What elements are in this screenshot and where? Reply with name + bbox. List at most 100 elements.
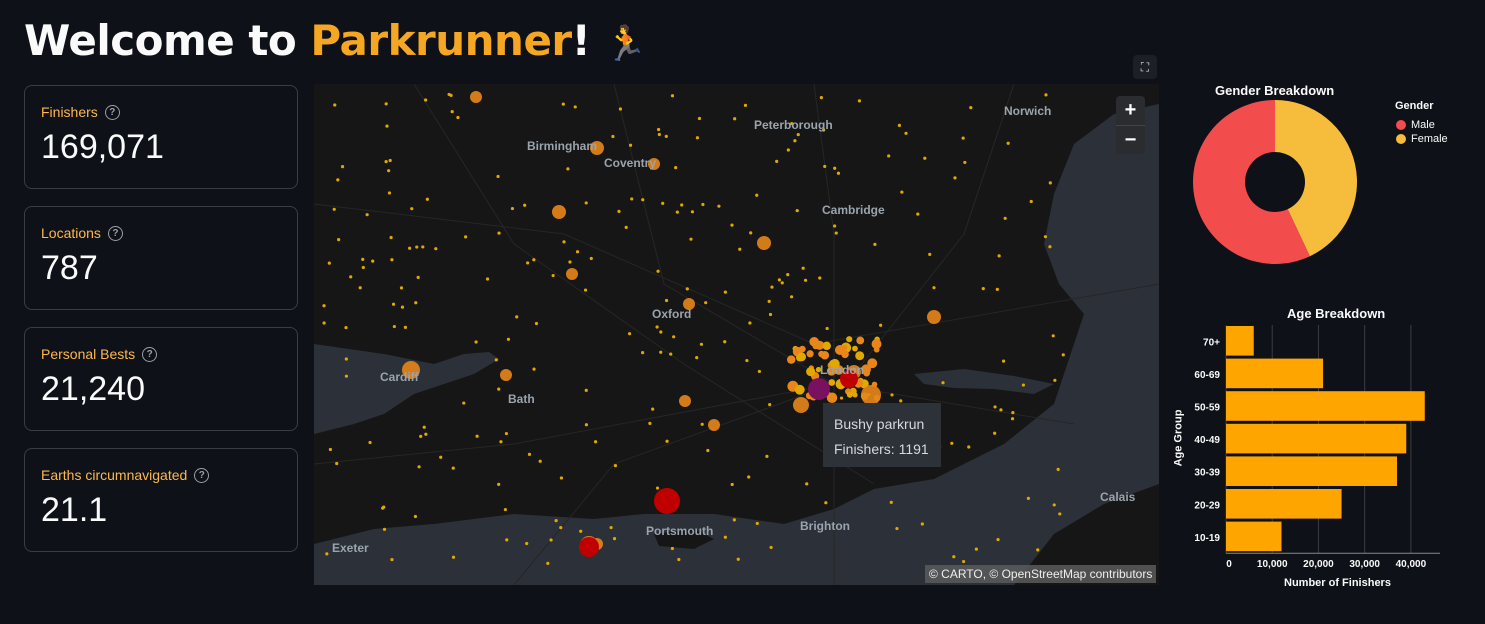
map-marker: [450, 109, 454, 114]
map-marker: [789, 295, 794, 299]
map-marker: [388, 158, 392, 163]
map-marker: [400, 305, 405, 309]
map-marker: [1029, 199, 1033, 204]
bar-50-59: [1226, 391, 1425, 421]
map-marker: [554, 519, 558, 523]
map-marker: [793, 139, 797, 143]
map-marker: [749, 231, 753, 235]
map-marker: [664, 298, 669, 303]
map-marker: [1058, 512, 1062, 516]
map-marker: [328, 447, 333, 452]
map-marker: [434, 247, 438, 251]
map-marker: [612, 537, 617, 541]
city-label: Oxford: [652, 307, 692, 321]
map-marker: [969, 106, 973, 110]
map-marker: [823, 164, 827, 169]
map-marker: [923, 156, 927, 160]
age-x-axis-label: Number of Finishers: [1284, 577, 1391, 589]
map-marker: [462, 401, 466, 405]
help-icon[interactable]: ?: [104, 104, 120, 120]
help-icon[interactable]: ?: [107, 225, 123, 241]
city-label: Brighton: [800, 519, 850, 533]
map-marker: [527, 452, 532, 456]
map-marker: [993, 405, 997, 409]
map-marker: [499, 440, 503, 444]
map-marker: [717, 204, 721, 208]
map-marker: [333, 103, 337, 107]
map-marker: [824, 501, 828, 505]
map-marker: [690, 210, 695, 214]
map-marker: [410, 207, 414, 211]
map-marker: [974, 547, 978, 551]
map-marker: [408, 246, 412, 250]
map-marker: [743, 103, 748, 107]
map-marker: [648, 421, 652, 425]
fullscreen-button[interactable]: ⛶: [1133, 55, 1157, 79]
metric-earths-circumnavigated: Earths circumnavigated? 21.1: [24, 448, 298, 552]
map-marker: [573, 105, 577, 109]
map-attribution[interactable]: © CARTO, © OpenStreetMap contributors: [925, 565, 1157, 583]
map-marker: [770, 285, 774, 289]
map-marker: [382, 527, 387, 531]
map-marker: [562, 240, 566, 244]
map-marker: [861, 385, 881, 405]
map-marker: [803, 278, 808, 282]
map-marker: [834, 231, 838, 235]
map-marker: [852, 392, 858, 398]
map-marker: [873, 242, 877, 246]
map-marker: [1061, 353, 1065, 357]
map-marker: [439, 455, 443, 459]
map-marker: [525, 541, 529, 546]
help-icon[interactable]: ?: [142, 346, 158, 362]
map-marker: [368, 440, 372, 445]
tooltip-finishers: Finishers: 1191: [834, 441, 929, 457]
age-bar-chart: 0 10,000 20,000 30,000 40,000 70+ 60-69 50-59 40…: [1194, 325, 1440, 570]
map-marker: [685, 287, 689, 291]
map-marker: [846, 391, 853, 398]
map-marker: [618, 107, 623, 111]
city-label: Coventry: [604, 156, 657, 170]
map-marker: [387, 169, 391, 173]
map-marker: [697, 116, 702, 121]
sea-bristol-channel: [314, 344, 499, 434]
y-tick-label: 70+: [1203, 337, 1220, 348]
map-marker: [900, 190, 904, 194]
map-marker: [389, 235, 393, 240]
help-icon[interactable]: ?: [194, 467, 210, 483]
map-marker: [549, 538, 553, 542]
map-marker: [857, 99, 862, 103]
map-marker: [335, 461, 339, 466]
map-marker: [777, 278, 781, 282]
map-marker: [805, 482, 809, 486]
map-marker: [818, 276, 822, 280]
metric-value: 21.1: [41, 491, 108, 529]
y-tick-label: 10-19: [1194, 533, 1220, 544]
map-marker: [546, 561, 550, 565]
map-marker: [1010, 417, 1015, 421]
map-marker: [661, 201, 665, 205]
metric-value: 169,071: [41, 128, 164, 166]
map-view[interactable]: Norwich Peterborough Birmingham Coventry…: [314, 84, 1159, 585]
map-marker: [391, 302, 396, 306]
map-marker: [421, 245, 425, 249]
map-marker: [415, 245, 419, 249]
map-marker: [879, 323, 883, 327]
map-marker: [381, 506, 385, 510]
zoom-in-button[interactable]: +: [1116, 96, 1145, 125]
metric-value: 21,240: [41, 370, 145, 408]
x-tick-label: 40,000: [1396, 559, 1427, 570]
map-marker: [532, 258, 536, 262]
map-marker: [583, 288, 588, 292]
map-marker: [656, 127, 661, 132]
map-marker: [414, 301, 418, 305]
map-marker: [566, 268, 578, 280]
map-marker: [485, 277, 490, 281]
map-marker: [852, 345, 858, 352]
map-marker: [361, 265, 365, 270]
map-marker: [387, 191, 392, 195]
zoom-out-button[interactable]: −: [1116, 125, 1145, 154]
map-marker: [757, 369, 761, 374]
map-marker: [322, 304, 326, 308]
map-marker: [1021, 383, 1026, 387]
map-marker: [494, 358, 498, 362]
